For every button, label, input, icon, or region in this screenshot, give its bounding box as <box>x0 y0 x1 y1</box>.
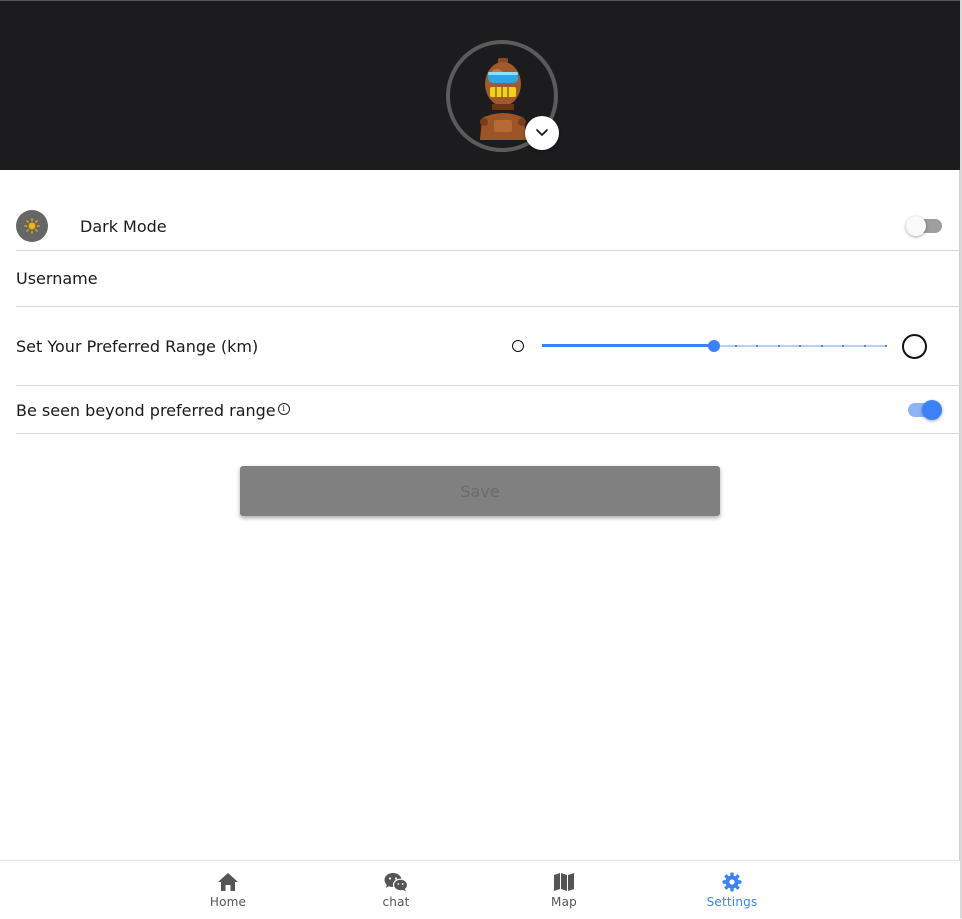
wechat-icon <box>384 873 408 892</box>
nav-item-settings[interactable]: Settings <box>672 861 792 919</box>
avatar-menu-button[interactable] <box>525 116 559 150</box>
slider-thumb[interactable] <box>708 340 720 352</box>
slider-fill <box>542 344 714 347</box>
sun-icon <box>24 218 40 234</box>
app-window: Dark Mode Username Set Your Preferred Ra… <box>0 0 960 919</box>
nav-label-map: Map <box>551 895 577 909</box>
nav-item-map[interactable]: Map <box>504 861 624 919</box>
slider-step-mark <box>734 345 737 347</box>
nav-label-chat: chat <box>382 895 410 909</box>
chevron-down-icon <box>536 129 548 136</box>
range-row: Set Your Preferred Range (km) <box>16 307 960 386</box>
info-icon[interactable]: i <box>277 403 290 415</box>
save-button[interactable]: Save <box>240 466 720 516</box>
nav-label-home: Home <box>209 895 247 909</box>
range-label: Set Your Preferred Range (km) <box>16 337 259 356</box>
range-slider[interactable] <box>542 338 887 354</box>
slider-step-mark <box>777 345 780 347</box>
small-circle-icon <box>512 340 524 352</box>
slider-step-mark <box>820 345 823 347</box>
dark-mode-toggle[interactable] <box>906 214 942 238</box>
toggle-thumb <box>922 400 942 420</box>
gear-icon <box>722 872 742 892</box>
visibility-label-text: Be seen beyond preferred range <box>16 401 276 420</box>
profile-header <box>0 0 960 170</box>
nav-label-settings: Settings <box>706 895 758 909</box>
dark-mode-row: Dark Mode <box>16 200 960 251</box>
bottom-nav: Home chat Map Settings <box>0 860 960 919</box>
sun-badge <box>16 210 48 242</box>
visibility-label: Be seen beyond preferred range i <box>16 401 290 420</box>
username-label: Username <box>16 269 98 288</box>
slider-step-mark <box>885 345 887 347</box>
visibility-row: Be seen beyond preferred range i <box>16 386 960 434</box>
slider-step-mark <box>799 345 801 347</box>
slider-step-mark <box>842 345 844 347</box>
slider-step-mark <box>863 345 866 347</box>
nav-item-chat[interactable]: chat <box>336 861 456 919</box>
dark-mode-label: Dark Mode <box>80 217 167 236</box>
large-circle-icon <box>902 334 927 359</box>
username-row[interactable]: Username <box>16 251 960 307</box>
map-icon <box>554 873 574 891</box>
nav-item-home[interactable]: Home <box>168 861 288 919</box>
visibility-toggle[interactable] <box>906 398 942 422</box>
toggle-thumb <box>906 216 926 236</box>
slider-step-mark <box>756 345 758 347</box>
home-icon <box>218 873 238 891</box>
